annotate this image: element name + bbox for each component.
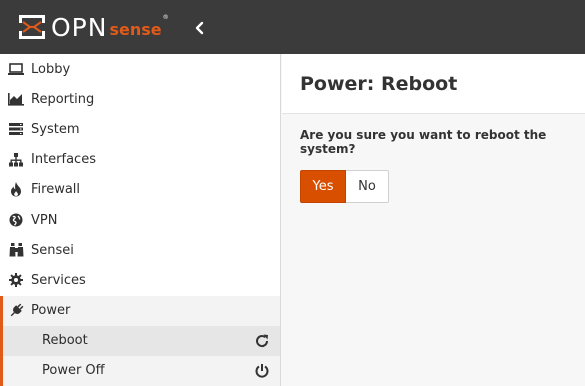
fire-icon	[8, 182, 24, 198]
area-chart-icon	[8, 91, 24, 107]
sitemap-icon	[8, 152, 24, 168]
sidebar-item-label: Services	[31, 272, 86, 288]
sidebar-item-sensei[interactable]: Sensei	[0, 235, 280, 265]
top-bar: OPN sense ®	[0, 0, 585, 54]
binoculars-icon	[8, 242, 24, 258]
brand-name-primary: OPN	[51, 12, 108, 42]
sidebar-subitem-label: Power Off	[42, 363, 105, 379]
sidebar-subitem-power-off[interactable]: Power Off	[0, 355, 280, 386]
sidebar-item-firewall[interactable]: Firewall	[0, 175, 280, 205]
power-icon	[255, 363, 269, 378]
sidebar-item-lobby[interactable]: Lobby	[0, 54, 280, 84]
brand-name-secondary: sense	[109, 20, 162, 39]
globe-icon	[8, 212, 24, 228]
sidebar-item-power[interactable]: Power	[0, 295, 280, 326]
yes-button[interactable]: Yes	[300, 170, 346, 203]
gear-icon	[8, 272, 24, 288]
plug-icon	[8, 303, 24, 319]
sidebar-item-label: System	[31, 121, 80, 137]
sidebar-item-services[interactable]: Services	[0, 265, 280, 295]
server-icon	[8, 121, 24, 137]
sidebar: Lobby Reporting System Interfaces Firewa…	[0, 54, 281, 386]
main-content: Power: Reboot Are you sure you want to r…	[282, 54, 585, 386]
sidebar-subitem-label: Reboot	[42, 333, 88, 349]
sidebar-item-label: Reporting	[31, 91, 95, 107]
refresh-icon	[256, 334, 269, 347]
sidebar-item-label: Interfaces	[31, 152, 96, 168]
sidebar-item-label: Sensei	[31, 242, 74, 258]
registered-mark: ®	[162, 14, 169, 21]
sidebar-item-vpn[interactable]: VPN	[0, 205, 280, 235]
sidebar-subitem-reboot[interactable]: Reboot	[0, 325, 280, 357]
no-button[interactable]: No	[346, 170, 389, 203]
laptop-icon	[8, 61, 24, 77]
confirmation-buttons: Yes No	[300, 170, 585, 203]
sidebar-item-label: VPN	[31, 212, 58, 228]
confirmation-question: Are you sure you want to reboot the syst…	[300, 128, 547, 156]
brand-logo[interactable]: OPN sense ®	[18, 12, 169, 42]
chevron-left-icon[interactable]	[192, 20, 208, 36]
reboot-confirmation: Are you sure you want to reboot the syst…	[282, 114, 585, 203]
sidebar-item-label: Power	[31, 303, 71, 319]
sidebar-item-label: Lobby	[31, 61, 71, 77]
sidebar-item-label: Firewall	[31, 182, 81, 198]
opnsense-logo-icon	[19, 15, 45, 39]
page-header: Power: Reboot	[282, 54, 585, 114]
sidebar-item-system[interactable]: System	[0, 114, 280, 144]
page-title: Power: Reboot	[300, 72, 458, 95]
sidebar-item-interfaces[interactable]: Interfaces	[0, 145, 280, 175]
sidebar-item-reporting[interactable]: Reporting	[0, 84, 280, 114]
